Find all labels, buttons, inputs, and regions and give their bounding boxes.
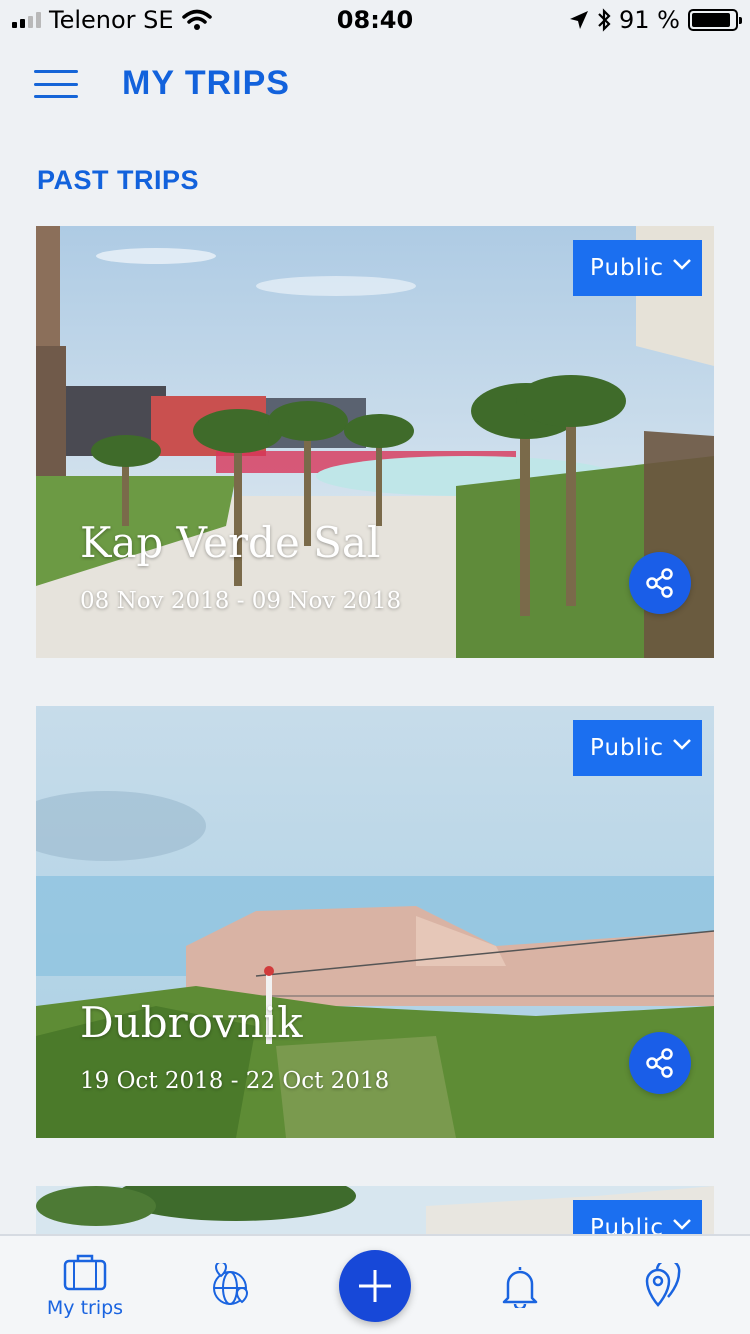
share-button[interactable]	[629, 552, 691, 614]
bell-icon	[502, 1267, 538, 1308]
privacy-label: Public	[590, 255, 665, 281]
nav-my-trips[interactable]: My trips	[40, 1236, 130, 1334]
add-trip-button[interactable]	[339, 1250, 411, 1322]
bluetooth-icon	[598, 8, 611, 32]
battery-percent: 91 %	[619, 6, 680, 34]
bottom-nav: My trips	[0, 1234, 750, 1334]
status-bar: Telenor SE 08:40 91 %	[0, 0, 750, 40]
share-button[interactable]	[629, 1032, 691, 1094]
chevron-down-icon	[673, 739, 691, 750]
wifi-icon	[181, 9, 212, 30]
trip-dates: 08 Nov 2018 - 09 Nov 2018	[80, 588, 402, 614]
carrier-label: Telenor SE	[49, 6, 174, 34]
trip-card[interactable]: Public Dubrovnik 19 Oct 2018 - 22 Oct 20…	[36, 706, 714, 1138]
chevron-down-icon	[673, 1219, 691, 1230]
nav-notifications[interactable]	[485, 1236, 555, 1334]
trip-name: Kap Verde Sal	[80, 518, 381, 567]
privacy-dropdown[interactable]: Public	[573, 720, 702, 776]
section-title: PAST TRIPS	[37, 165, 200, 195]
battery-icon	[688, 9, 742, 31]
privacy-label: Public	[590, 735, 665, 761]
privacy-label: Public	[590, 1215, 665, 1234]
privacy-dropdown[interactable]: Public	[573, 1200, 702, 1234]
trip-dates: 19 Oct 2018 - 22 Oct 2018	[80, 1068, 390, 1094]
hamburger-menu-icon[interactable]	[34, 70, 78, 98]
globe-pin-icon	[213, 1263, 249, 1305]
nav-places[interactable]	[628, 1236, 698, 1334]
nav-label: My trips	[46, 1297, 124, 1319]
nav-explore[interactable]	[195, 1236, 265, 1334]
share-icon	[646, 568, 673, 598]
share-icon	[646, 1048, 673, 1078]
trip-name: Dubrovnik	[80, 998, 303, 1047]
page-title: MY TRIPS	[122, 64, 290, 102]
signal-icon	[12, 12, 41, 28]
app-header: MY TRIPS	[0, 52, 750, 116]
trip-card[interactable]: Public Kap Verde Sal 08 Nov 2018 - 09 No…	[36, 226, 714, 658]
suitcase-icon	[63, 1254, 107, 1291]
chevron-down-icon	[673, 259, 691, 270]
privacy-dropdown[interactable]: Public	[573, 240, 702, 296]
trip-card[interactable]: Public	[36, 1186, 714, 1234]
map-pins-icon	[645, 1263, 681, 1307]
plus-icon	[359, 1270, 391, 1302]
location-arrow-icon	[570, 11, 589, 29]
